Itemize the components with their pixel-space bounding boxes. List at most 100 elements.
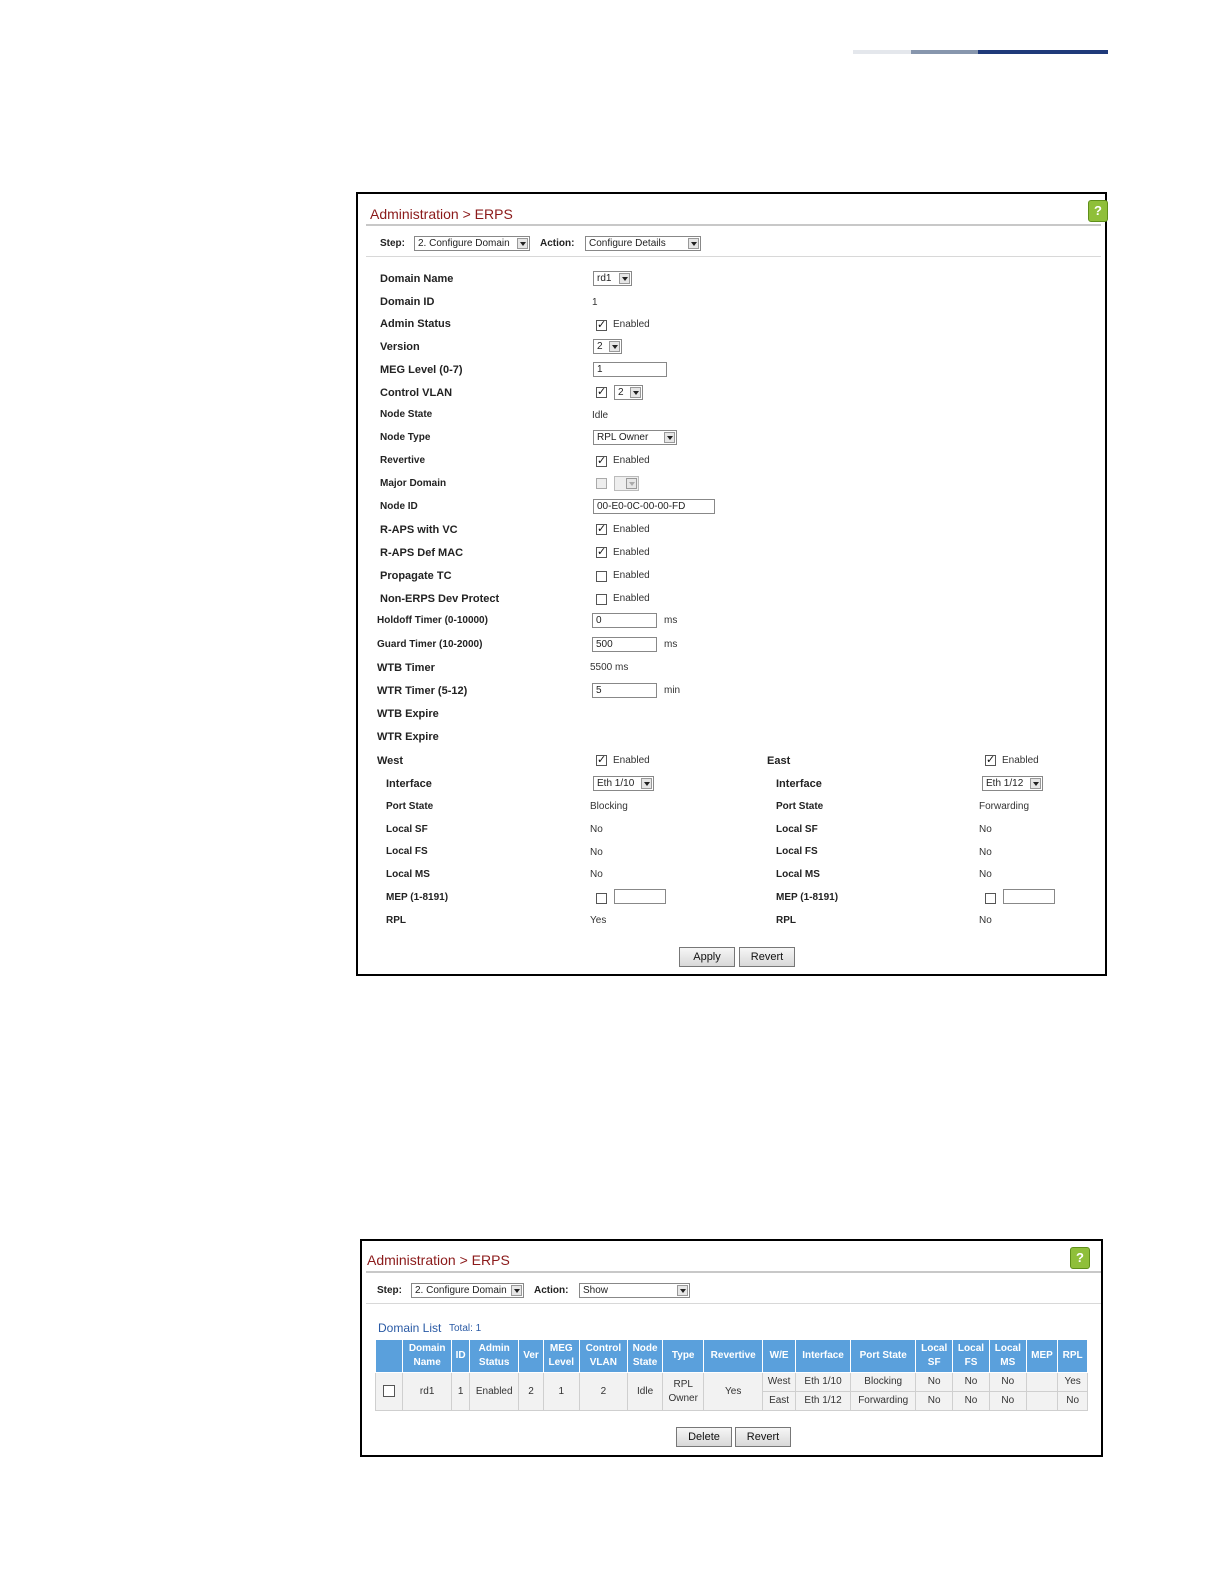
title-divider [366, 224, 1101, 226]
cell-local-sf-west: No [915, 1372, 954, 1392]
help-icon[interactable]: ? [1088, 200, 1108, 222]
header-domain-name: Domain Name [401, 1339, 453, 1373]
chevron-down-icon [619, 273, 630, 284]
east-enabled-checkbox[interactable]: ✓ [985, 755, 996, 766]
holdoff-timer-label: Holdoff Timer (0-10000) [377, 615, 488, 626]
holdoff-timer-input[interactable]: 0 [592, 613, 657, 628]
domain-name-label: Domain Name [380, 273, 454, 285]
west-rpl-value: Yes [590, 915, 607, 926]
propagate-tc-label: Propagate TC [380, 570, 452, 582]
admin-status-label: Admin Status [380, 318, 451, 330]
control-vlan-select[interactable]: 2 [614, 385, 643, 400]
raps-def-mac-checkbox[interactable]: ✓ [596, 547, 607, 558]
guard-timer-input[interactable]: 500 [592, 637, 657, 652]
revert-button[interactable]: Revert [735, 1427, 791, 1447]
guard-unit: ms [664, 639, 678, 650]
cell-local-fs-west: No [952, 1372, 990, 1392]
non-erps-enabled-text: Enabled [613, 593, 650, 604]
cell-interface-west: Eth 1/10 [794, 1372, 852, 1392]
delete-button[interactable]: Delete [676, 1427, 732, 1447]
cell-we-west: West [762, 1372, 796, 1392]
east-mep-input[interactable] [1003, 889, 1055, 904]
header-rule-light [853, 50, 911, 54]
cell-rpl-east: No [1057, 1391, 1088, 1411]
cell-local-sf-east: No [915, 1391, 954, 1411]
west-interface-select[interactable]: Eth 1/10 [593, 776, 654, 791]
action-select[interactable]: Show [579, 1283, 690, 1298]
help-icon[interactable]: ? [1070, 1247, 1090, 1269]
node-type-select[interactable]: RPL Owner [593, 430, 677, 445]
node-id-input[interactable]: 00-E0-0C-00-00-FD [593, 499, 715, 514]
control-vlan-checkbox[interactable]: ✓ [596, 387, 607, 398]
table-header-row: Domain Name ID Admin Status Ver MEG Level C… [375, 1339, 1088, 1373]
header-node-state: Node State [626, 1339, 664, 1373]
title-divider [366, 1271, 1101, 1273]
header-we: W/E [762, 1339, 796, 1373]
revertive-enabled-text: Enabled [613, 455, 650, 466]
east-local-sf-value: No [979, 824, 992, 835]
header-rpl: RPL [1057, 1339, 1088, 1373]
raps-def-mac-label: R-APS Def MAC [380, 547, 464, 559]
revert-button[interactable]: Revert [739, 947, 795, 967]
chevron-down-icon [641, 778, 652, 789]
west-local-fs-label: Local FS [386, 846, 428, 857]
domain-list-total: Total: 1 [449, 1323, 482, 1334]
east-mep-label: MEP (1-8191) [776, 892, 839, 903]
cell-mep-east [1025, 1391, 1059, 1411]
cell-node-state: Idle [626, 1372, 664, 1411]
propagate-tc-checkbox[interactable] [596, 571, 607, 582]
step-select[interactable]: 2. Configure Domain [411, 1283, 524, 1298]
east-enabled-text: Enabled [1002, 755, 1039, 766]
node-id-label: Node ID [380, 501, 418, 512]
west-rpl-label: RPL [386, 915, 406, 926]
header-type: Type [662, 1339, 705, 1373]
action-select[interactable]: Configure Details [585, 236, 701, 251]
erps-configure-details-panel: Administration > ERPS ? Step: 2. Configu… [356, 192, 1108, 976]
meg-level-input[interactable]: 1 [593, 362, 667, 377]
domain-id-value: 1 [592, 297, 598, 308]
major-domain-select[interactable] [614, 476, 639, 491]
apply-button[interactable]: Apply [679, 947, 735, 967]
wtb-timer-label: WTB Timer [377, 662, 435, 674]
header-meg-level: MEG Level [542, 1339, 580, 1373]
admin-status-enabled-text: Enabled [613, 319, 650, 330]
non-erps-checkbox[interactable] [596, 594, 607, 605]
east-interface-select[interactable]: Eth 1/12 [982, 776, 1043, 791]
chevron-down-icon [664, 432, 675, 443]
major-domain-checkbox[interactable] [596, 478, 607, 489]
cell-mep-west [1025, 1372, 1059, 1392]
west-enabled-checkbox[interactable]: ✓ [596, 755, 607, 766]
page-title: Administration > ERPS [367, 1252, 510, 1268]
page-title: Administration > ERPS [370, 206, 513, 222]
node-state-value: Idle [592, 410, 609, 421]
domain-name-select[interactable]: rd1 [593, 271, 632, 286]
chevron-down-icon [630, 387, 641, 398]
table-row: rd1 1 Enabled 2 1 2 Idle RPL Owner Yes We… [375, 1372, 1088, 1411]
west-label: West [377, 755, 404, 767]
row-select-cell [375, 1372, 403, 1411]
east-rpl-label: RPL [776, 915, 796, 926]
domain-list-table: Domain Name ID Admin Status Ver MEG Level C… [375, 1339, 1088, 1411]
version-select[interactable]: 2 [593, 339, 622, 354]
revertive-checkbox[interactable]: ✓ [596, 456, 607, 467]
domain-list-title: Domain List [378, 1321, 442, 1335]
header-rule-mid [911, 50, 978, 54]
row-select-checkbox[interactable] [383, 1384, 395, 1397]
major-domain-label: Major Domain [380, 478, 447, 489]
step-select[interactable]: 2. Configure Domain [414, 236, 530, 251]
west-mep-input[interactable] [614, 889, 666, 904]
east-mep-checkbox[interactable] [985, 893, 996, 904]
west-mep-checkbox[interactable] [596, 893, 607, 904]
cell-domain-name: rd1 [401, 1372, 453, 1411]
header-ver: Ver [518, 1339, 544, 1373]
west-local-fs-value: No [590, 847, 603, 858]
chevron-down-icon [1030, 778, 1041, 789]
header-port-state: Port State [850, 1339, 917, 1373]
east-port-state-label: Port State [776, 801, 824, 812]
admin-status-checkbox[interactable]: ✓ [596, 320, 607, 331]
wtr-unit: min [664, 685, 681, 696]
wtr-timer-input[interactable]: 5 [592, 683, 657, 698]
guard-timer-label: Guard Timer (10-2000) [377, 639, 483, 650]
chevron-down-icon [609, 341, 620, 352]
raps-vc-checkbox[interactable]: ✓ [596, 524, 607, 535]
